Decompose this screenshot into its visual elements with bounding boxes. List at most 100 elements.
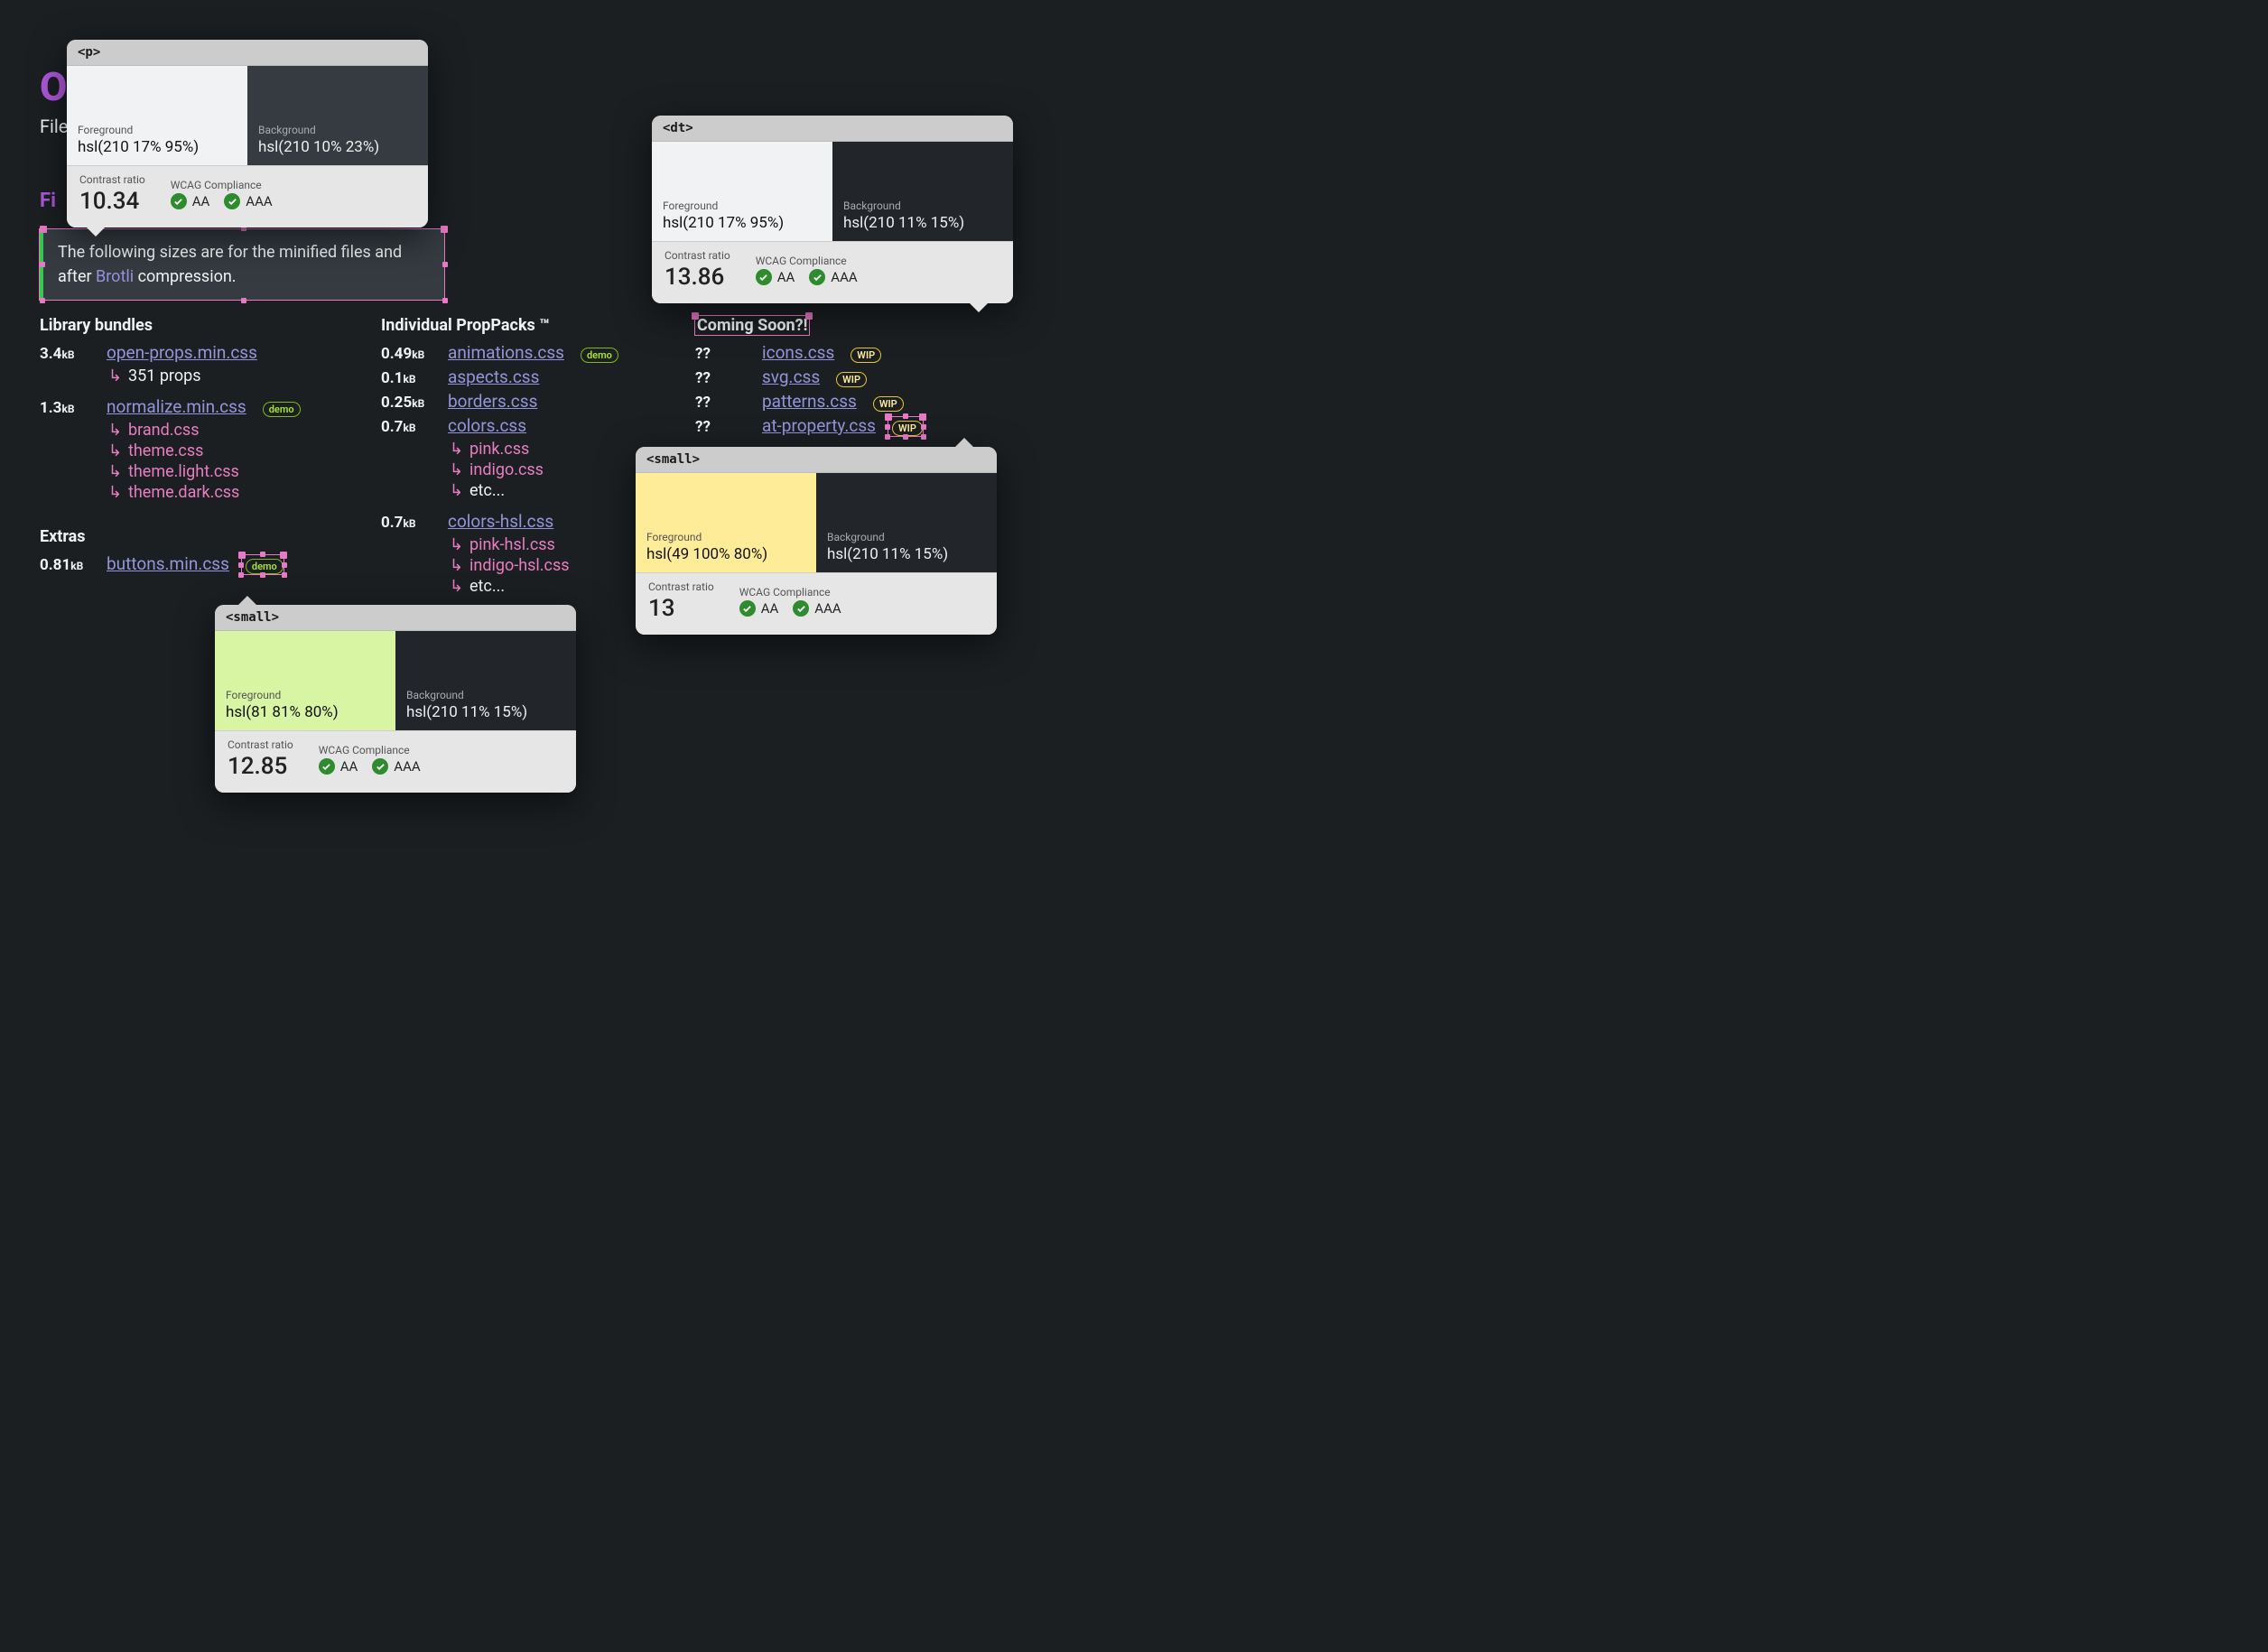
sub-item[interactable]: ↳theme.css — [108, 441, 338, 460]
pack-size: 3.4kB — [40, 345, 94, 363]
sub-item[interactable]: ↳ pink-hsl.css — [450, 535, 652, 554]
pack-row: 0.7kB colors.css — [381, 415, 652, 436]
wip-badge: WIP — [873, 396, 904, 412]
sub-arrow-icon: ↳ — [450, 481, 464, 500]
contrast-tooltip-dt: <dt> Foreground hsl(210 17% 95%) Backgro… — [652, 116, 1013, 303]
pack-row: ??svg.cssWIP — [695, 367, 930, 387]
coming-heading: Coming Soon?! — [695, 316, 809, 335]
sub-item[interactable]: ↳ theme.light.css — [108, 462, 338, 481]
sub-item[interactable]: ↳indigo-hsl.css — [450, 556, 652, 575]
sub-item-label: etc... — [469, 481, 505, 500]
sub-item[interactable]: ↳brand.css — [108, 421, 338, 440]
check-icon — [171, 193, 187, 209]
sub-item-label: pink.css — [469, 440, 529, 459]
sub-item-label: indigo.css — [469, 460, 544, 479]
sub-item-label: pink-hsl.css — [469, 535, 555, 554]
wcag-aa-badge: AA — [319, 758, 358, 775]
pack-row: ?? at-property.css WIP — [695, 415, 930, 436]
brotli-link[interactable]: Brotli — [96, 267, 134, 286]
sub-arrow-icon: ↳ — [108, 441, 123, 460]
pack-size: ?? — [695, 418, 749, 436]
contrast-ratio: 12.85 — [228, 753, 287, 780]
sub-item-label: theme.dark.css — [128, 483, 239, 502]
pack-row: 3.4kB open-props.min.css — [40, 342, 338, 363]
pack-size: 0.49kB — [381, 345, 435, 363]
wcag-aa-badge: AA — [739, 600, 779, 617]
sub-arrow-icon: ↳ — [450, 577, 464, 596]
check-icon — [739, 600, 756, 617]
sub-item-label: theme.light.css — [128, 462, 239, 481]
pack-size: ?? — [695, 394, 749, 412]
sub-arrow-icon: ↳ — [108, 462, 123, 481]
sub-item[interactable]: ↳pink.css — [450, 440, 652, 459]
callout-text-after: compression. — [138, 267, 237, 286]
pack-row: 0.25kB borders.css — [381, 391, 652, 412]
sub-arrow-icon: ↳ — [450, 460, 464, 479]
wcag-aaa-badge: AAA — [793, 600, 841, 617]
pack-link[interactable]: open-props.min.css — [107, 342, 257, 363]
pack-size: ?? — [695, 345, 749, 363]
foreground-swatch: Foreground hsl(81 81% 80%) — [215, 631, 395, 730]
contrast-tooltip-small-green: <small> Foreground hsl(81 81% 80%) Backg… — [215, 605, 576, 793]
background-swatch: Background hsl(210 10% 23%) — [247, 66, 428, 165]
sub-item-label: etc... — [469, 577, 505, 596]
fg-value: hsl(210 17% 95%) — [78, 138, 237, 156]
packs-heading: Individual PropPacks ™ — [381, 316, 652, 335]
extras-heading: Extras — [40, 527, 338, 546]
wcag-aaa-badge: AAA — [224, 193, 272, 209]
page-subtitle: File — [40, 116, 68, 137]
ratio-label: Contrast ratio — [79, 173, 145, 186]
pack-link[interactable]: buttons.min.css — [107, 553, 229, 574]
pack-size: 0.7kB — [381, 418, 435, 436]
wcag-aaa-badge: AAA — [372, 758, 420, 775]
contrast-tooltip-small-yellow: <small> Foreground hsl(49 100% 80%) Back… — [636, 447, 997, 635]
check-icon — [756, 269, 772, 285]
pack-row: 0.49kB animations.css demo — [381, 342, 652, 363]
pack-size: ?? — [695, 369, 749, 387]
tooltip-tag: <dt> — [652, 116, 1013, 142]
background-swatch: Background hsl(210 11% 15%) — [395, 631, 576, 730]
library-column: Library bundles 3.4kB open-props.min.css ↳… — [40, 316, 338, 607]
pack-link[interactable]: colors-hsl.css — [448, 511, 553, 532]
pack-link[interactable]: aspects.css — [448, 367, 539, 387]
pack-link[interactable]: at-property.css — [762, 415, 876, 436]
wcag-label: WCAG Compliance — [171, 179, 273, 191]
sub-item: ↳ etc... — [450, 481, 652, 500]
pack-link[interactable]: animations.css — [448, 342, 564, 363]
pack-size: 0.7kB — [381, 514, 435, 532]
sub-item[interactable]: ↳ indigo.css — [450, 460, 652, 479]
foreground-swatch: Foreground hsl(210 17% 95%) — [67, 66, 247, 165]
demo-badge: demo — [581, 348, 618, 363]
check-icon — [809, 269, 825, 285]
library-heading: Library bundles — [40, 316, 338, 335]
info-callout: The following sizes are for the minified… — [40, 229, 444, 300]
pack-row: ?? icons.css WIP — [695, 342, 930, 363]
sub-item[interactable]: ↳theme.dark.css — [108, 483, 338, 502]
pack-size: 0.1kB — [381, 369, 435, 387]
check-icon — [224, 193, 240, 209]
sub-arrow-icon: ↳ — [450, 535, 464, 554]
selection-box: demo — [242, 555, 284, 574]
pack-link[interactable]: colors.css — [448, 415, 526, 436]
packs-column: Individual PropPacks ™ 0.49kB animations.… — [381, 316, 652, 607]
sub-item: ↳351 props — [108, 367, 338, 385]
tooltip-tag: <small> — [215, 605, 576, 631]
check-icon — [793, 600, 809, 617]
pack-link[interactable]: normalize.min.css — [107, 396, 246, 417]
tooltip-tag: <p> — [67, 40, 428, 66]
pack-link[interactable]: svg.css — [762, 367, 820, 387]
foreground-swatch: Foreground hsl(49 100% 80%) — [636, 473, 816, 572]
foreground-swatch: Foreground hsl(210 17% 95%) — [652, 142, 832, 241]
sub-item-label: brand.css — [128, 421, 200, 440]
wip-badge: WIP — [850, 348, 881, 363]
pack-link[interactable]: borders.css — [448, 391, 537, 412]
check-icon — [372, 758, 388, 775]
wcag-aa-badge: AA — [756, 269, 795, 285]
pack-link[interactable]: icons.css — [762, 342, 834, 363]
pack-size: 0.25kB — [381, 394, 435, 412]
pack-size: 0.81kB — [40, 556, 94, 574]
pack-size: 1.3kB — [40, 399, 94, 417]
selection-box: WIP — [888, 417, 923, 436]
pack-link[interactable]: patterns.css — [762, 391, 857, 412]
sub-item-label: indigo-hsl.css — [469, 556, 570, 575]
